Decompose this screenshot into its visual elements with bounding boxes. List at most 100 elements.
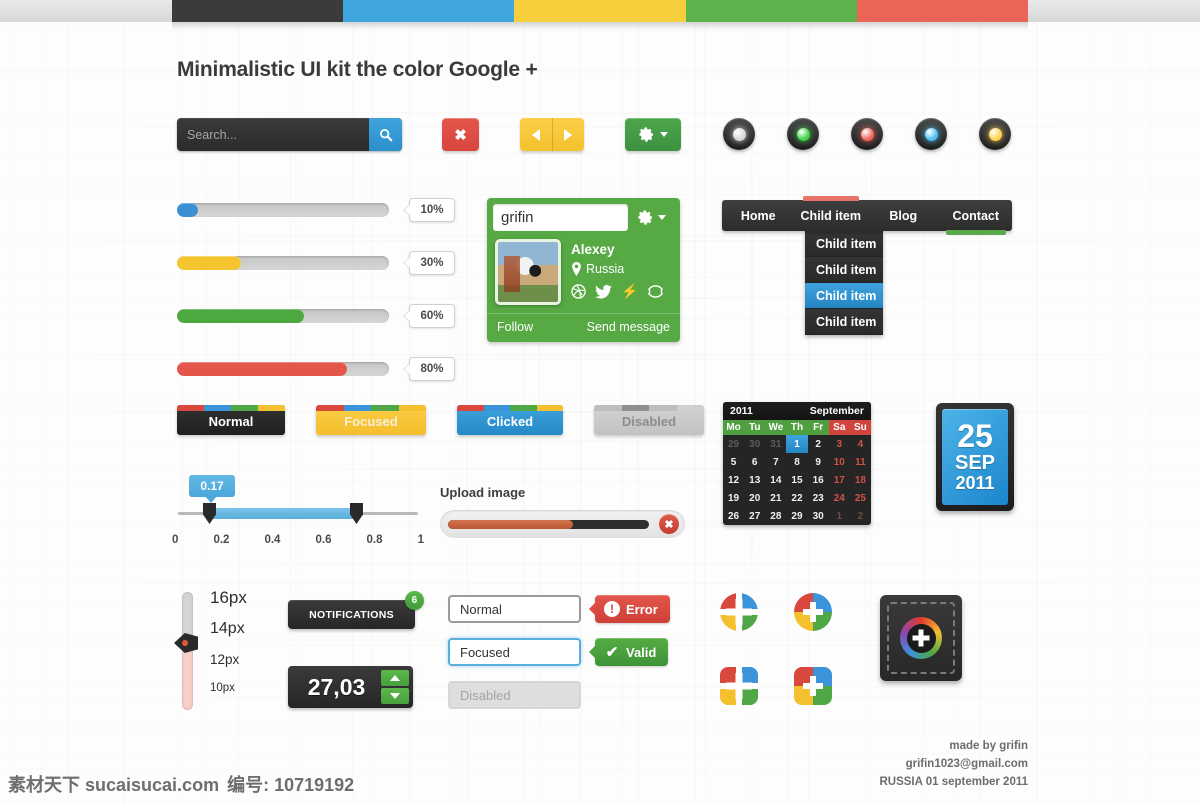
- font-size-label-12px[interactable]: 12px: [210, 652, 239, 667]
- form-input-normal[interactable]: Normal: [448, 595, 581, 623]
- led-green[interactable]: [787, 118, 819, 150]
- forrst-icon[interactable]: ⚡: [621, 283, 638, 300]
- search-button[interactable]: [369, 118, 402, 151]
- footer-line-3: RUSSIA 01 september 2011: [879, 775, 1028, 788]
- calendar-day[interactable]: 12: [723, 471, 744, 489]
- led-core: [796, 127, 810, 141]
- profile-socials: ⚡: [571, 283, 664, 300]
- search-input[interactable]: [177, 127, 369, 142]
- font-size-label-10px[interactable]: 10px: [210, 682, 235, 694]
- calendar-day[interactable]: 14: [765, 471, 786, 489]
- nav-dropdown-item[interactable]: Child item: [805, 283, 883, 309]
- rss-icon: [648, 285, 664, 298]
- calendar-day[interactable]: 1: [829, 507, 850, 525]
- nav-dropdown-item[interactable]: Child item: [805, 309, 883, 335]
- calendar-day[interactable]: 31: [765, 435, 786, 453]
- calendar-day[interactable]: 10: [829, 453, 850, 471]
- button-color-stripe: [594, 405, 704, 411]
- calendar-day[interactable]: 28: [765, 507, 786, 525]
- state-button-focused[interactable]: Focused: [316, 405, 426, 435]
- number-stepper[interactable]: 27,03: [288, 666, 413, 708]
- calendar-day[interactable]: 29: [786, 507, 807, 525]
- date-badge: 25 SEP 2011: [936, 403, 1014, 511]
- gplus-square-split-icon[interactable]: [720, 667, 758, 705]
- calendar-widget: 2011 September Mo Tu We Th Fr Sa Su 29 30 31 1 2 3 4…: [723, 402, 871, 525]
- watermark-code: 编号: 10719192: [227, 775, 355, 795]
- calendar-day[interactable]: 25: [850, 489, 871, 507]
- calendar-day[interactable]: 3: [829, 435, 850, 453]
- led-yellow[interactable]: [979, 118, 1011, 150]
- led-red[interactable]: [851, 118, 883, 150]
- calendar-day[interactable]: 2: [808, 435, 829, 453]
- gplus-circle-split-icon[interactable]: [720, 593, 758, 631]
- nav-item[interactable]: Blog: [867, 200, 940, 231]
- font-size-label-14px[interactable]: 14px: [210, 620, 245, 638]
- calendar-day[interactable]: 1: [786, 435, 808, 453]
- close-button[interactable]: ✖: [442, 118, 479, 151]
- font-slider-handle[interactable]: [174, 633, 198, 653]
- calendar-day[interactable]: 21: [765, 489, 786, 507]
- calendar-day[interactable]: 16: [808, 471, 829, 489]
- slider-tick: 0.8: [366, 534, 383, 546]
- nav-dropdown-item[interactable]: Child item: [805, 231, 883, 257]
- prev-button[interactable]: [520, 118, 552, 151]
- state-button-normal[interactable]: Normal: [177, 405, 285, 435]
- calendar-day[interactable]: 29: [723, 435, 744, 453]
- calendar-day[interactable]: 17: [829, 471, 850, 489]
- calendar-day[interactable]: 9: [808, 453, 829, 471]
- next-button[interactable]: [551, 118, 584, 151]
- nav-item[interactable]: Child item: [795, 196, 868, 231]
- watermark: 素材天下 sucaisucai.com 编号: 10719192: [8, 771, 354, 797]
- state-button-clicked[interactable]: Clicked: [457, 405, 563, 435]
- led-blue[interactable]: [915, 118, 947, 150]
- pagination-buttons[interactable]: [520, 118, 584, 151]
- calendar-day[interactable]: 13: [744, 471, 765, 489]
- gplus-circle-icon[interactable]: [794, 593, 832, 631]
- stepper-down-button[interactable]: [381, 688, 409, 704]
- calendar-day[interactable]: 24: [829, 489, 850, 507]
- calendar-day[interactable]: 5: [723, 453, 744, 471]
- font-size-label-16px[interactable]: 16px: [210, 588, 247, 608]
- calendar-day[interactable]: 30: [744, 435, 765, 453]
- calendar-day[interactable]: 20: [744, 489, 765, 507]
- calendar-day[interactable]: 4: [850, 435, 871, 453]
- triangle-left-icon: [531, 128, 540, 141]
- calendar-day[interactable]: 19: [723, 489, 744, 507]
- calendar-day[interactable]: 6: [744, 453, 765, 471]
- state-button-disabled[interactable]: Disabled: [594, 405, 704, 435]
- add-button-tile[interactable]: [880, 595, 962, 681]
- follow-button[interactable]: Follow: [497, 320, 533, 334]
- nav-item[interactable]: Home: [722, 200, 795, 231]
- settings-dropdown-button[interactable]: [625, 118, 681, 151]
- calendar-day[interactable]: 2: [850, 507, 871, 525]
- stepper-up-button[interactable]: [381, 670, 409, 686]
- profile-username[interactable]: grifin: [493, 204, 628, 231]
- font-size-slider[interactable]: 16px 14px 12px 10px: [174, 588, 268, 710]
- calendar-day[interactable]: 15: [786, 471, 807, 489]
- slider-handle-low[interactable]: [203, 503, 216, 524]
- calendar-day[interactable]: 18: [850, 471, 871, 489]
- form-input-disabled[interactable]: Disabled: [448, 681, 581, 709]
- footer-line-2: grifin1023@gmail.com: [905, 757, 1028, 770]
- nav-item[interactable]: Contact: [940, 200, 1013, 235]
- calendar-day[interactable]: 22: [786, 489, 807, 507]
- calendar-day[interactable]: 26: [723, 507, 744, 525]
- calendar-day[interactable]: 27: [744, 507, 765, 525]
- gplus-square-icon[interactable]: [794, 667, 832, 705]
- profile-settings-button[interactable]: [628, 209, 674, 226]
- upload-cancel-button[interactable]: ✖: [659, 514, 679, 534]
- form-input-focused[interactable]: Focused: [448, 638, 581, 666]
- calendar-day[interactable]: 7: [765, 453, 786, 471]
- calendar-day[interactable]: 23: [808, 489, 829, 507]
- notifications-button[interactable]: NOTIFICATIONS 6: [288, 591, 424, 629]
- calendar-day[interactable]: 8: [786, 453, 807, 471]
- send-message-button[interactable]: Send message: [587, 320, 670, 334]
- calendar-day[interactable]: 11: [850, 453, 871, 471]
- slider-tick: 1: [417, 534, 424, 546]
- search-box[interactable]: [177, 118, 402, 151]
- led-white[interactable]: [723, 118, 755, 150]
- led-button-row: [723, 118, 1011, 150]
- slider-handle-high[interactable]: [350, 503, 363, 524]
- nav-dropdown-item[interactable]: Child item: [805, 257, 883, 283]
- calendar-day[interactable]: 30: [808, 507, 829, 525]
